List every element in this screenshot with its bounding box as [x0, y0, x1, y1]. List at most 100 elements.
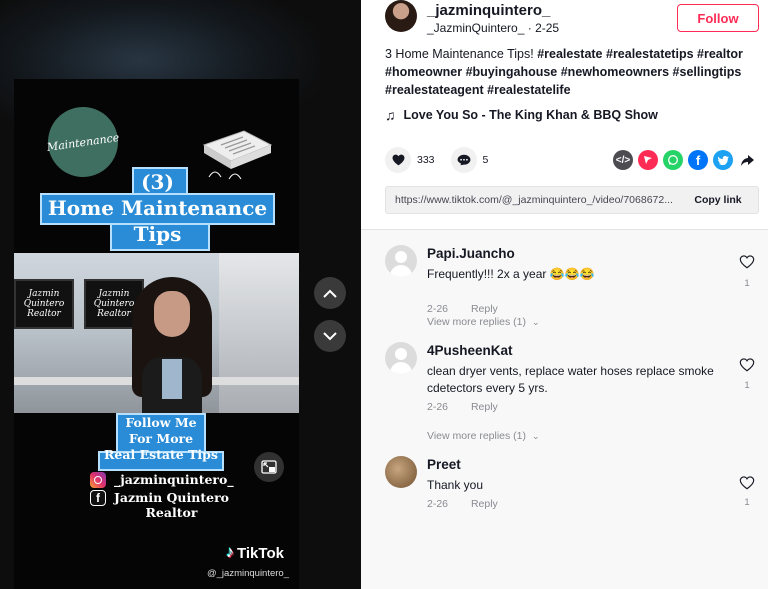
shelf [219, 253, 299, 413]
follow-line-1: Follow Me [125, 415, 197, 430]
comment-date: 2-26 [427, 303, 449, 315]
facebook-logo-icon: f [90, 490, 106, 506]
embed-button[interactable]: </> [613, 150, 633, 170]
chevron-down-icon [323, 331, 337, 340]
tiktok-brand: TikTok [237, 544, 284, 562]
instagram-row: _jazminquintero_ [90, 472, 234, 488]
author-avatar[interactable] [385, 0, 417, 32]
video-link-url[interactable]: https://www.tiktok.com/@_jazminquintero_… [386, 194, 678, 206]
whatsapp-icon [668, 155, 678, 165]
title-line-1: (3) [141, 170, 174, 194]
comment-text: Thank you [427, 478, 484, 492]
twitter-share-button[interactable] [713, 150, 733, 170]
commenter-avatar[interactable] [385, 245, 417, 277]
comment-date: 2-26 [427, 498, 449, 510]
pip-icon [261, 460, 277, 474]
tiktok-handle: @_jazminquintero_ [207, 568, 289, 579]
comment-date: 2-26 [427, 401, 449, 413]
like-count: 333 [417, 154, 435, 166]
facebook-name: Jazmin Quintero [114, 490, 229, 505]
share-arrow-icon [740, 154, 754, 166]
title-line-2: Home Maintenance [47, 196, 268, 220]
comment-button[interactable] [450, 147, 477, 173]
tiktok-watermark: ♪ TikTok [226, 544, 284, 562]
heart-icon [392, 154, 404, 166]
view-more-replies-label[interactable]: View more replies (1) [427, 430, 526, 442]
comment-like-button[interactable] [738, 476, 756, 495]
music-title[interactable]: Love You So - The King Khan & BBQ Show [404, 108, 658, 122]
twitter-icon [717, 155, 729, 165]
post-date: 2-25 [535, 21, 560, 35]
follow-button[interactable]: Follow [677, 4, 759, 32]
send-button[interactable] [638, 150, 658, 170]
comment-text: Frequently!!! 2x a year 😂😂😂 [427, 267, 595, 281]
next-video-button[interactable] [314, 320, 346, 352]
commenter-name[interactable]: 4PusheenKat [427, 343, 513, 358]
chevron-up-icon [323, 289, 337, 298]
facebook-icon: f [695, 152, 701, 168]
instagram-handle: _jazminquintero_ [114, 472, 234, 487]
chevron-down-icon: ⌄ [532, 430, 540, 441]
reply-button[interactable]: Reply [471, 498, 498, 510]
author-subline: _JazminQuintero_ · 2-25 [427, 21, 560, 35]
commenter-avatar[interactable] [385, 456, 417, 488]
share-options: </> f [613, 150, 756, 170]
comment-like-count: 1 [744, 380, 750, 391]
monitor-left: Jazmin Quintero Realtor [14, 279, 74, 329]
author-username[interactable]: _jazminquintero_ [427, 2, 550, 19]
view-more-replies[interactable]: View more replies (1) ⌄ [427, 430, 540, 442]
reply-button[interactable]: Reply [471, 401, 498, 413]
follow-line-3: Real Estate Tips [104, 447, 218, 462]
description-text: 3 Home Maintenance Tips! [385, 47, 534, 61]
music-link[interactable]: ♫ Love You So - The King Khan & BBQ Show [385, 107, 658, 123]
title-banner: (3) Home Maintenance Tips [40, 167, 275, 251]
comment-like-button[interactable] [738, 255, 756, 274]
share-button[interactable] [738, 150, 756, 170]
send-icon [644, 156, 652, 164]
video-player[interactable]: Maintenance (3) Home Maintenance Tips Ja… [0, 0, 361, 589]
reply-button[interactable]: Reply [471, 303, 498, 315]
music-note-icon: ♫ [385, 107, 396, 123]
comment-meta: 2-26 Reply [427, 303, 498, 315]
tiktok-note-icon: ♪ [226, 544, 234, 561]
facebook-title: Realtor [145, 505, 198, 520]
commenter-name[interactable]: Papi.Juancho [427, 246, 515, 261]
comment-like-button[interactable] [738, 358, 756, 377]
view-more-replies[interactable]: View more replies (1) ⌄ [427, 316, 540, 328]
commenter-name[interactable]: Preet [427, 457, 461, 472]
comment-meta: 2-26 Reply [427, 498, 498, 510]
follow-banner: Follow Me For More Real Estate Tips [98, 413, 224, 471]
title-line-3: Tips [133, 222, 182, 246]
comment-like-count: 1 [744, 497, 750, 508]
like-button[interactable] [385, 147, 411, 173]
video-frame[interactable]: Maintenance (3) Home Maintenance Tips Ja… [14, 79, 299, 589]
embed-icon: </> [615, 154, 631, 166]
author-display-name: _JazminQuintero_ [427, 21, 525, 35]
comment-text: clean dryer vents, replace water hoses r… [427, 364, 714, 395]
instagram-icon [90, 472, 106, 488]
facebook-share-button[interactable]: f [688, 150, 708, 170]
heart-outline-icon [739, 358, 755, 372]
comments-list: Papi.Juancho Frequently!!! 2x a year 😂😂😂… [361, 230, 768, 589]
engagement-bar: 333 5 [385, 147, 504, 173]
comment-meta: 2-26 Reply [427, 401, 498, 413]
video-scene: Jazmin Quintero Realtor Jazmin Quintero … [14, 253, 299, 413]
heart-outline-icon [739, 255, 755, 269]
copy-link-button[interactable]: Copy link [678, 194, 758, 206]
post-description: 3 Home Maintenance Tips! #realestate #re… [385, 45, 755, 99]
pip-button[interactable] [254, 452, 284, 482]
heart-outline-icon [739, 476, 755, 490]
commenter-avatar[interactable] [385, 342, 417, 374]
copy-link-bar: https://www.tiktok.com/@_jazminquintero_… [385, 186, 759, 214]
follow-line-2: For More [128, 431, 194, 446]
facebook-row: f Jazmin Quintero Realtor [90, 490, 229, 520]
comment-count: 5 [482, 154, 489, 166]
view-more-replies-label[interactable]: View more replies (1) [427, 316, 526, 328]
comment-icon [457, 154, 470, 166]
chevron-down-icon: ⌄ [532, 316, 540, 327]
whatsapp-share-button[interactable] [663, 150, 683, 170]
presenter [132, 277, 212, 413]
previous-video-button[interactable] [314, 277, 346, 309]
comment-like-count: 1 [744, 278, 750, 289]
post-details-panel: _jazminquintero_ _JazminQuintero_ · 2-25… [361, 0, 768, 589]
